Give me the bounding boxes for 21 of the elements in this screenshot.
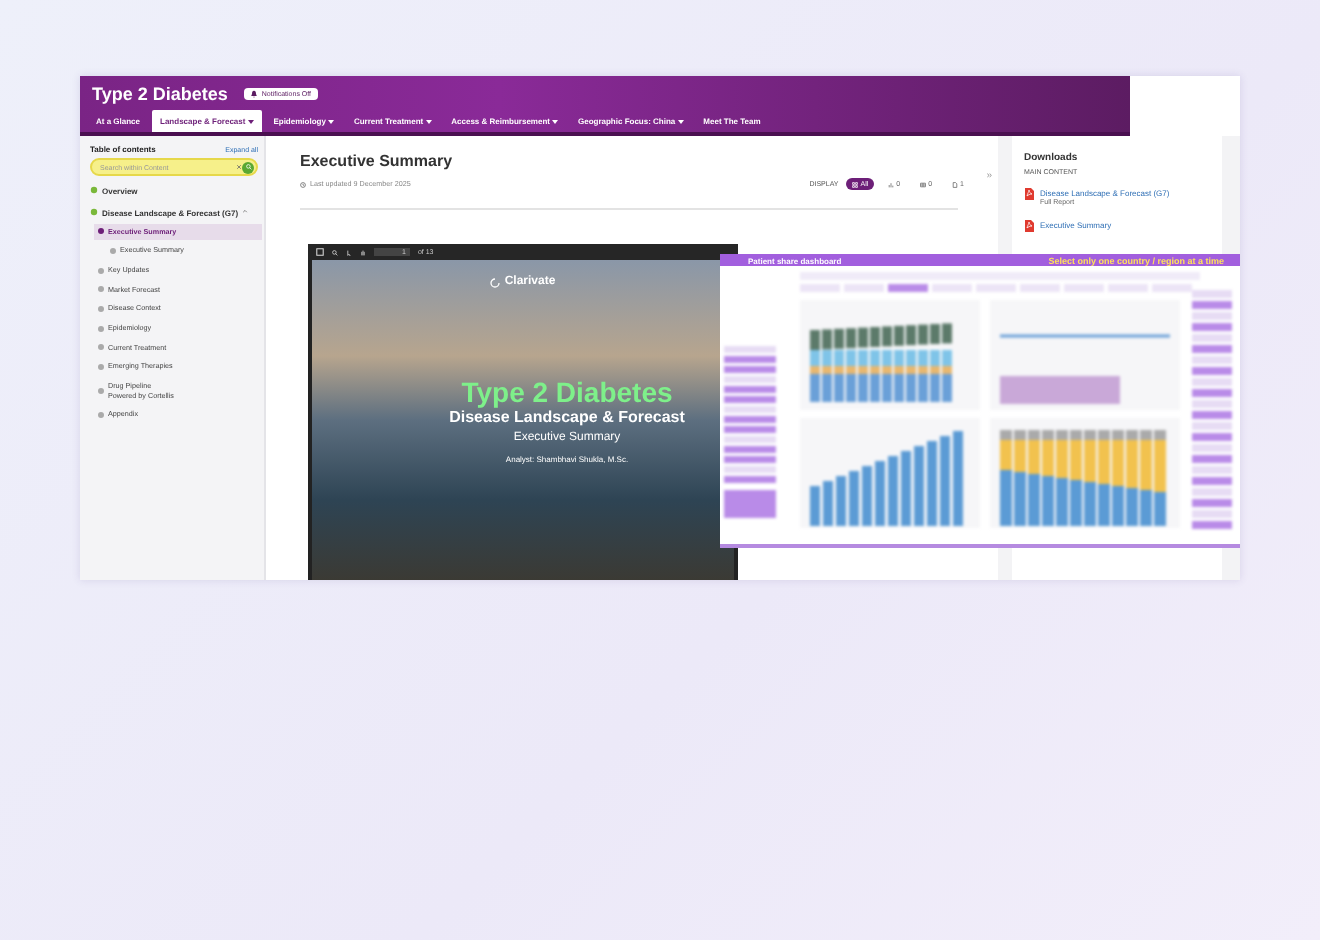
grid-icon [852,181,859,187]
document-icon [952,181,959,187]
clear-icon [236,164,242,170]
status-dot-icon [90,186,98,194]
slide-subtitle: Disease Landscape & Forecast [449,408,685,426]
search-icon [245,164,251,170]
bell-icon [249,90,258,98]
app-title: Type 2 Diabetes [92,84,228,104]
cursor-icon [346,249,352,255]
slide-title: Type 2 Diabetes [461,376,673,408]
fullscreen-icon [316,248,324,256]
clock-icon [300,181,306,187]
table-icon [920,181,927,187]
logo-mark-icon [490,277,501,287]
bar-chart-icon [888,181,895,187]
zoom-icon [332,249,338,255]
page-heading: Executive Summary [300,152,455,170]
status-dot-icon [90,208,98,216]
pdf-file-icon [1024,188,1034,200]
pdf-file-icon [1024,220,1034,232]
search-button[interactable] [242,161,254,173]
